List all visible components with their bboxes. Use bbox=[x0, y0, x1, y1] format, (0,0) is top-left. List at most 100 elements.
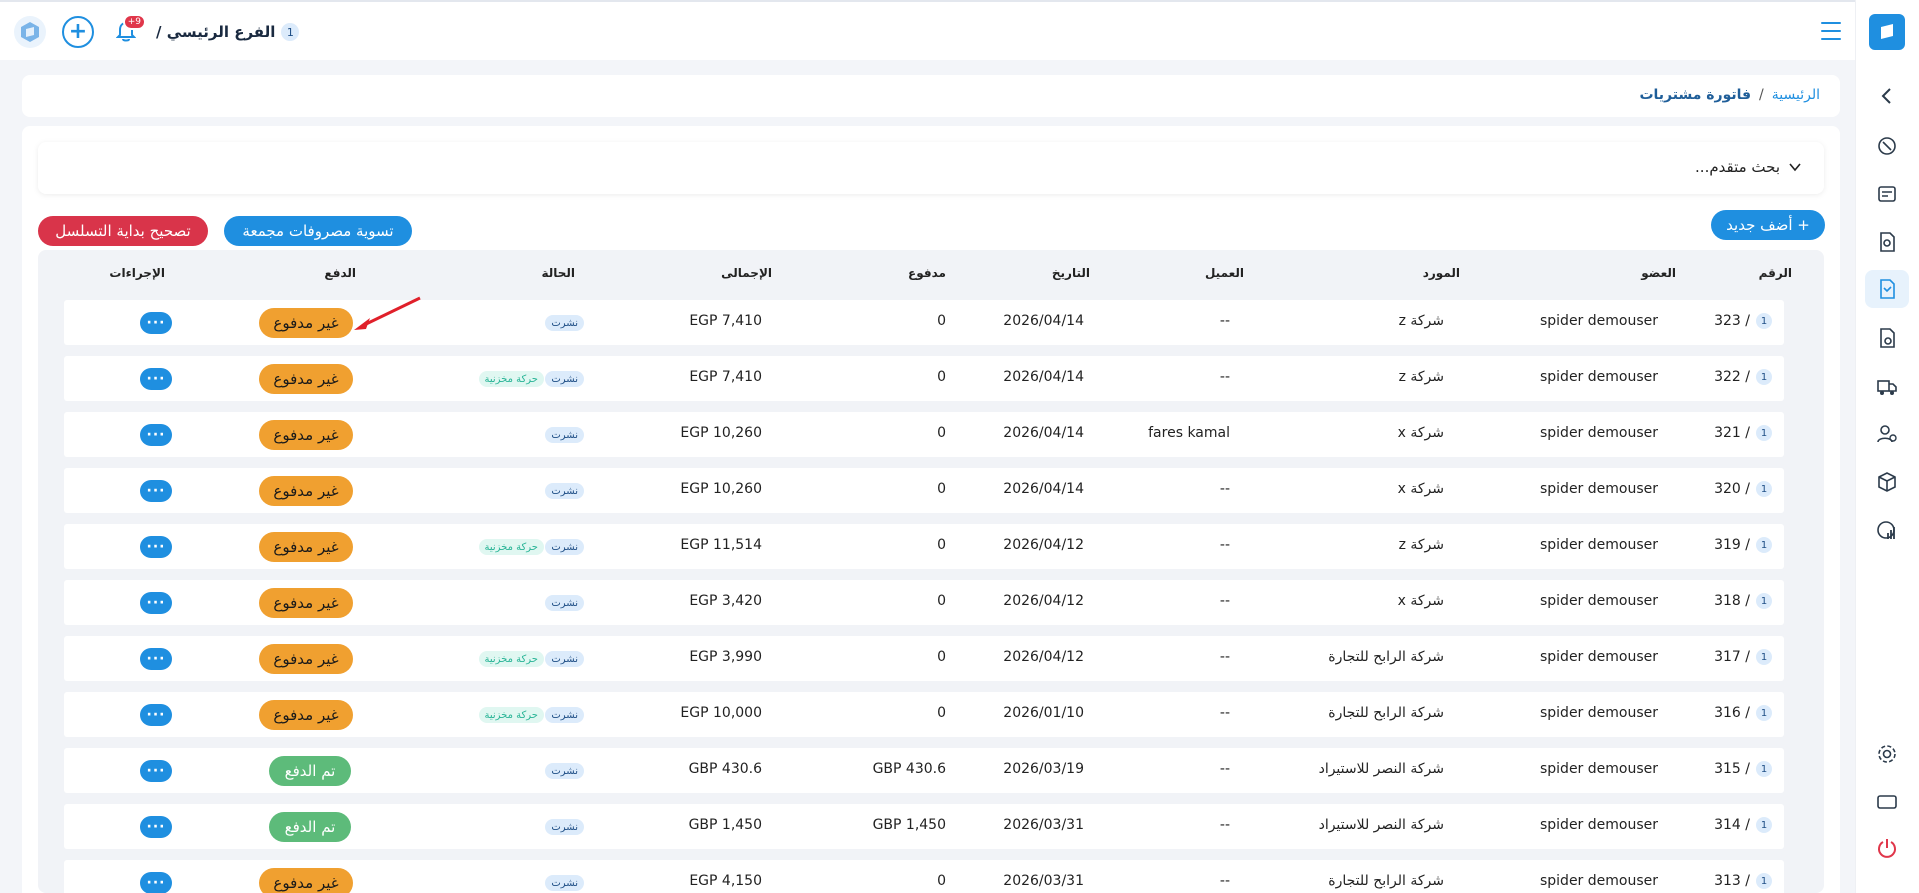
date-cell: 2026/04/14 bbox=[1003, 369, 1084, 385]
date-cell: 2026/03/31 bbox=[1003, 873, 1084, 889]
status-badge: نشرت bbox=[545, 371, 584, 387]
paid-amount-cell: 0 bbox=[937, 481, 946, 497]
sales-document-icon[interactable] bbox=[1875, 326, 1899, 350]
invoice-number[interactable]: 322 / 1 bbox=[1714, 369, 1772, 385]
client-cell: -- bbox=[1219, 649, 1230, 665]
invoice-number[interactable]: 323 / 1 bbox=[1714, 313, 1772, 329]
table-row[interactable]: 314 / 1 spider demouser شركة النصر للاستيرا… bbox=[64, 804, 1784, 849]
invoice-index-badge: 1 bbox=[1756, 593, 1772, 609]
header-date: التاريخ bbox=[1051, 266, 1090, 280]
row-actions-button[interactable]: ··· bbox=[140, 760, 172, 782]
invoice-number[interactable]: 314 / 1 bbox=[1714, 817, 1772, 833]
invoice-number-text: 321 / bbox=[1714, 425, 1750, 441]
purchase-invoice-icon[interactable] bbox=[1865, 270, 1909, 308]
total-cell: EGP 11,514 bbox=[680, 537, 762, 553]
total-cell: EGP 7,410 bbox=[689, 313, 762, 329]
member-cell: spider demouser bbox=[1539, 425, 1658, 441]
breadcrumb-separator: / bbox=[1759, 87, 1764, 103]
branch-name: الفرع الرئيسي / bbox=[156, 23, 276, 41]
row-actions-button[interactable]: ··· bbox=[140, 816, 172, 838]
menu-toggle-icon[interactable] bbox=[1821, 22, 1841, 40]
settle-expenses-button[interactable]: تسوية مصروفات مجمعة bbox=[224, 216, 412, 246]
inventory-icon[interactable] bbox=[1875, 470, 1899, 494]
invoice-index-badge: 1 bbox=[1756, 761, 1772, 777]
table-row[interactable]: 317 / 1 spider demouser شركة الرابح للتجارة… bbox=[64, 636, 1784, 681]
reports-icon[interactable] bbox=[1875, 518, 1899, 542]
invoice-number[interactable]: 316 / 1 bbox=[1714, 705, 1772, 721]
breadcrumb-current: فاتورة مشتريات bbox=[1639, 87, 1752, 103]
table-row[interactable]: 320 / 1 spider demouser شركة x -- 2026/04/14 0… bbox=[64, 468, 1784, 513]
power-icon[interactable] bbox=[1875, 836, 1899, 860]
payment-status-button[interactable]: غير مدفوع bbox=[259, 532, 353, 562]
row-actions-button[interactable]: ··· bbox=[140, 368, 172, 390]
screen-icon[interactable] bbox=[1875, 790, 1899, 814]
payment-status-button[interactable]: تم الدفع bbox=[269, 812, 351, 842]
supplier-cell: شركة z bbox=[1398, 313, 1444, 329]
invoice-number[interactable]: 320 / 1 bbox=[1714, 481, 1772, 497]
row-actions-button[interactable]: ··· bbox=[140, 648, 172, 670]
breadcrumb-home[interactable]: الرئيسية bbox=[1772, 87, 1820, 103]
brand-logo-icon[interactable] bbox=[1869, 14, 1905, 50]
invoice-number[interactable]: 313 / 1 bbox=[1714, 873, 1772, 889]
table-row[interactable]: 318 / 1 spider demouser شركة x -- 2026/04/12 0… bbox=[64, 580, 1784, 625]
payment-status-button[interactable]: غير مدفوع bbox=[259, 420, 353, 450]
fix-sequence-button[interactable]: تصحيح بداية التسلسل bbox=[38, 216, 208, 246]
row-actions-button[interactable]: ··· bbox=[140, 312, 172, 334]
invoice-number[interactable]: 318 / 1 bbox=[1714, 593, 1772, 609]
payment-status-button[interactable]: تم الدفع bbox=[269, 756, 351, 786]
table-row[interactable]: 321 / 1 spider demouser شركة x fares kamal 20… bbox=[64, 412, 1784, 457]
annotation-arrow-icon bbox=[354, 296, 421, 330]
advanced-search-panel[interactable]: بحث متقدم... bbox=[38, 142, 1824, 194]
top-bar-left: + +9 الفرع الرئيسي / 1 bbox=[14, 14, 300, 50]
payment-status-button[interactable]: غير مدفوع bbox=[259, 644, 353, 674]
chevron-left-icon[interactable] bbox=[1875, 84, 1899, 108]
invoice-number-text: 316 / bbox=[1714, 705, 1750, 721]
invoice-number[interactable]: 321 / 1 bbox=[1714, 425, 1772, 441]
table-row[interactable]: 319 / 1 spider demouser شركة z -- 2026/04/12 0… bbox=[64, 524, 1784, 569]
search-document-icon[interactable] bbox=[1875, 230, 1899, 254]
payment-status-button[interactable]: غير مدفوع bbox=[259, 364, 353, 394]
invoice-number[interactable]: 315 / 1 bbox=[1714, 761, 1772, 777]
shipping-icon[interactable] bbox=[1875, 374, 1899, 398]
invoice-number[interactable]: 317 / 1 bbox=[1714, 649, 1772, 665]
member-cell: spider demouser bbox=[1539, 705, 1658, 721]
row-actions-button[interactable]: ··· bbox=[140, 704, 172, 726]
dashboard-icon[interactable] bbox=[1875, 134, 1899, 158]
row-actions-button[interactable]: ··· bbox=[140, 424, 172, 446]
payment-status-button[interactable]: غير مدفوع bbox=[259, 868, 353, 893]
row-actions-button[interactable]: ··· bbox=[140, 480, 172, 502]
invoice-number-text: 315 / bbox=[1714, 761, 1750, 777]
branch-selector[interactable]: الفرع الرئيسي / 1 bbox=[156, 23, 300, 41]
payment-status-button[interactable]: غير مدفوع bbox=[259, 476, 353, 506]
table-row[interactable]: 316 / 1 spider demouser شركة الرابح للتجارة… bbox=[64, 692, 1784, 737]
app-logo-icon[interactable] bbox=[14, 16, 46, 48]
quick-add-button[interactable]: + bbox=[62, 16, 94, 48]
add-new-button[interactable]: + أضف جديد bbox=[1711, 210, 1825, 240]
table-row[interactable]: 323 / 1 spider demouser شركة z -- 2026/04/14 0… bbox=[64, 300, 1784, 345]
row-actions-button[interactable]: ··· bbox=[140, 536, 172, 558]
client-cell: -- bbox=[1219, 761, 1230, 777]
notifications-button[interactable]: +9 bbox=[112, 14, 146, 48]
date-cell: 2026/04/14 bbox=[1003, 313, 1084, 329]
header-client: العميل bbox=[1204, 266, 1244, 280]
users-settings-icon[interactable] bbox=[1875, 422, 1899, 446]
member-cell: spider demouser bbox=[1539, 649, 1658, 665]
table-header: الرقم العضو المورد العميل التاريخ مدفوع … bbox=[38, 250, 1824, 294]
advanced-search-toggle[interactable]: بحث متقدم... bbox=[1695, 158, 1802, 176]
pos-icon[interactable] bbox=[1875, 182, 1899, 206]
client-cell: -- bbox=[1219, 817, 1230, 833]
row-actions-button[interactable]: ··· bbox=[140, 592, 172, 614]
invoice-number[interactable]: 319 / 1 bbox=[1714, 537, 1772, 553]
table-row[interactable]: 313 / 1 spider demouser شركة الرابح للتجارة… bbox=[64, 860, 1784, 893]
table-row[interactable]: 315 / 1 spider demouser شركة النصر للاستيرا… bbox=[64, 748, 1784, 793]
settings-icon[interactable] bbox=[1875, 742, 1899, 766]
header-number: الرقم bbox=[1758, 266, 1792, 280]
notification-badge: +9 bbox=[122, 14, 146, 30]
payment-status-button[interactable]: غير مدفوع bbox=[259, 588, 353, 618]
paid-amount-cell: 0 bbox=[937, 425, 946, 441]
supplier-cell: شركة النصر للاستيراد bbox=[1318, 817, 1444, 833]
payment-status-button[interactable]: غير مدفوع bbox=[259, 308, 353, 338]
table-row[interactable]: 322 / 1 spider demouser شركة z -- 2026/04/14 0… bbox=[64, 356, 1784, 401]
row-actions-button[interactable]: ··· bbox=[140, 872, 172, 893]
payment-status-button[interactable]: غير مدفوع bbox=[259, 700, 353, 730]
